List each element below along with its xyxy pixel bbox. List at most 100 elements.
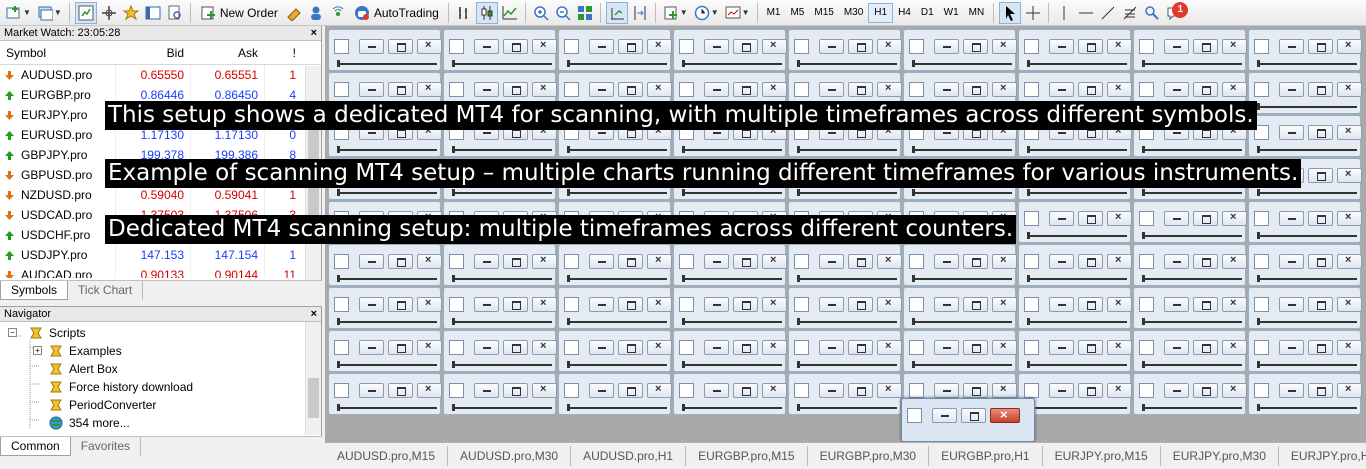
- restore-button[interactable]: [848, 254, 873, 269]
- terminal-toggle[interactable]: [143, 2, 163, 24]
- restore-button[interactable]: [1078, 297, 1103, 312]
- minimized-chart-window[interactable]: [673, 373, 787, 415]
- minimize-button[interactable]: [359, 39, 384, 54]
- restore-button[interactable]: [1308, 39, 1333, 54]
- minimize-button[interactable]: [819, 297, 844, 312]
- templates-button[interactable]: ▼: [723, 2, 752, 24]
- timeframe-d1[interactable]: D1: [916, 3, 939, 23]
- restore-button[interactable]: [1308, 340, 1333, 355]
- scrollbar-thumb[interactable]: [308, 378, 319, 418]
- minimized-chart-window[interactable]: [1248, 330, 1362, 372]
- minimize-button[interactable]: [1164, 383, 1189, 398]
- minimize-button[interactable]: [474, 254, 499, 269]
- restore-button[interactable]: [1308, 383, 1333, 398]
- restore-button[interactable]: [963, 340, 988, 355]
- restore-button[interactable]: [1308, 297, 1333, 312]
- close-icon[interactable]: ×: [311, 307, 317, 322]
- restore-button[interactable]: [1193, 297, 1218, 312]
- minimized-chart-window[interactable]: [1018, 287, 1132, 329]
- minimize-button[interactable]: [1164, 297, 1189, 312]
- restore-button[interactable]: [848, 383, 873, 398]
- minimize-button[interactable]: [359, 383, 384, 398]
- minimize-button[interactable]: [359, 82, 384, 97]
- minimized-chart-window[interactable]: [1248, 201, 1362, 243]
- minimized-chart-window[interactable]: [788, 373, 902, 415]
- minimize-button[interactable]: [934, 297, 959, 312]
- minimize-button[interactable]: [704, 297, 729, 312]
- minimize-button[interactable]: [934, 39, 959, 54]
- minimized-chart-window[interactable]: [1018, 244, 1132, 286]
- minimize-button[interactable]: [1279, 340, 1304, 355]
- tab-favorites[interactable]: Favorites: [71, 437, 142, 456]
- minimized-chart-window[interactable]: [788, 330, 902, 372]
- minimized-chart-window[interactable]: [328, 287, 442, 329]
- minimized-chart-window[interactable]: [1133, 244, 1247, 286]
- minimize-button[interactable]: [819, 383, 844, 398]
- market-watch-row[interactable]: AUDCAD.pro 0.90133 0.90144 11: [0, 265, 321, 278]
- zoom-in-button[interactable]: [531, 2, 551, 24]
- timeframe-w1[interactable]: W1: [939, 3, 964, 23]
- minimized-chart-window[interactable]: [1248, 29, 1362, 71]
- tab-common[interactable]: Common: [0, 437, 71, 456]
- market-watch-row[interactable]: AUDUSD.pro 0.65550 0.65551 1: [0, 65, 321, 85]
- minimize-button[interactable]: [589, 383, 614, 398]
- minimized-chart-window[interactable]: [328, 373, 442, 415]
- strategy-tester-toggle[interactable]: [165, 2, 185, 24]
- restore-button[interactable]: [503, 383, 528, 398]
- chart-tab[interactable]: EURJPY.pro,M15: [1043, 446, 1161, 466]
- metaeditor-button[interactable]: [284, 2, 304, 24]
- minimize-button[interactable]: [474, 82, 499, 97]
- restore-button[interactable]: [1308, 211, 1333, 226]
- restore-button[interactable]: [503, 340, 528, 355]
- chart-tab[interactable]: EURGBP.pro,M15: [686, 446, 808, 466]
- minimized-chart-window[interactable]: [673, 29, 787, 71]
- restore-button[interactable]: [618, 340, 643, 355]
- notifications-button[interactable]: 1: [1164, 1, 1189, 24]
- minimized-chart-window[interactable]: [788, 244, 902, 286]
- restore-button[interactable]: [961, 408, 986, 423]
- restore-button[interactable]: [733, 39, 758, 54]
- restore-button[interactable]: [848, 340, 873, 355]
- restore-button[interactable]: [388, 297, 413, 312]
- minimized-chart-window[interactable]: [1248, 287, 1362, 329]
- minimize-button[interactable]: [1049, 297, 1074, 312]
- minimized-chart-window[interactable]: [1018, 330, 1132, 372]
- minimized-chart-window[interactable]: [443, 29, 557, 71]
- minimized-chart-window[interactable]: [558, 29, 672, 71]
- minimize-button[interactable]: [589, 254, 614, 269]
- restore-button[interactable]: [1078, 211, 1103, 226]
- data-window-toggle[interactable]: [99, 2, 119, 24]
- minimized-chart-window[interactable]: [1018, 201, 1132, 243]
- market-watch-row[interactable]: NZDUSD.pro 0.59040 0.59041 1: [0, 185, 321, 205]
- restore-button[interactable]: [618, 297, 643, 312]
- minimized-chart-window[interactable]: [1248, 244, 1362, 286]
- restore-button[interactable]: [388, 39, 413, 54]
- new-chart-button[interactable]: ▼: [4, 2, 33, 24]
- restore-button[interactable]: [1308, 254, 1333, 269]
- column-header-spread[interactable]: !: [264, 41, 302, 65]
- restore-button[interactable]: [848, 39, 873, 54]
- chart-shift-button[interactable]: [630, 2, 650, 24]
- restore-button[interactable]: [1078, 383, 1103, 398]
- minimized-chart-window[interactable]: [558, 330, 672, 372]
- minimized-chart-window[interactable]: [328, 330, 442, 372]
- chart-tab[interactable]: EURJPY.pro,M30: [1161, 446, 1279, 466]
- timeframe-m5[interactable]: M5: [785, 3, 809, 23]
- new-order-button[interactable]: New Order: [196, 2, 282, 24]
- minimized-chart-window[interactable]: [1133, 287, 1247, 329]
- minimize-button[interactable]: [1164, 254, 1189, 269]
- minimize-button[interactable]: [704, 383, 729, 398]
- minimize-button[interactable]: [819, 39, 844, 54]
- nav-item-more[interactable]: 354 more...: [49, 414, 130, 432]
- restore-button[interactable]: [1193, 383, 1218, 398]
- minimize-button[interactable]: [1279, 39, 1304, 54]
- fibonacci-tool[interactable]: [1120, 2, 1140, 24]
- minimize-button[interactable]: [359, 297, 384, 312]
- minimized-chart-window[interactable]: [788, 29, 902, 71]
- minimize-button[interactable]: [1279, 383, 1304, 398]
- minimize-button[interactable]: [704, 39, 729, 54]
- restore-button[interactable]: [503, 39, 528, 54]
- restore-button[interactable]: [963, 254, 988, 269]
- expand-toggle-icon[interactable]: +: [33, 346, 42, 355]
- restore-button[interactable]: [733, 340, 758, 355]
